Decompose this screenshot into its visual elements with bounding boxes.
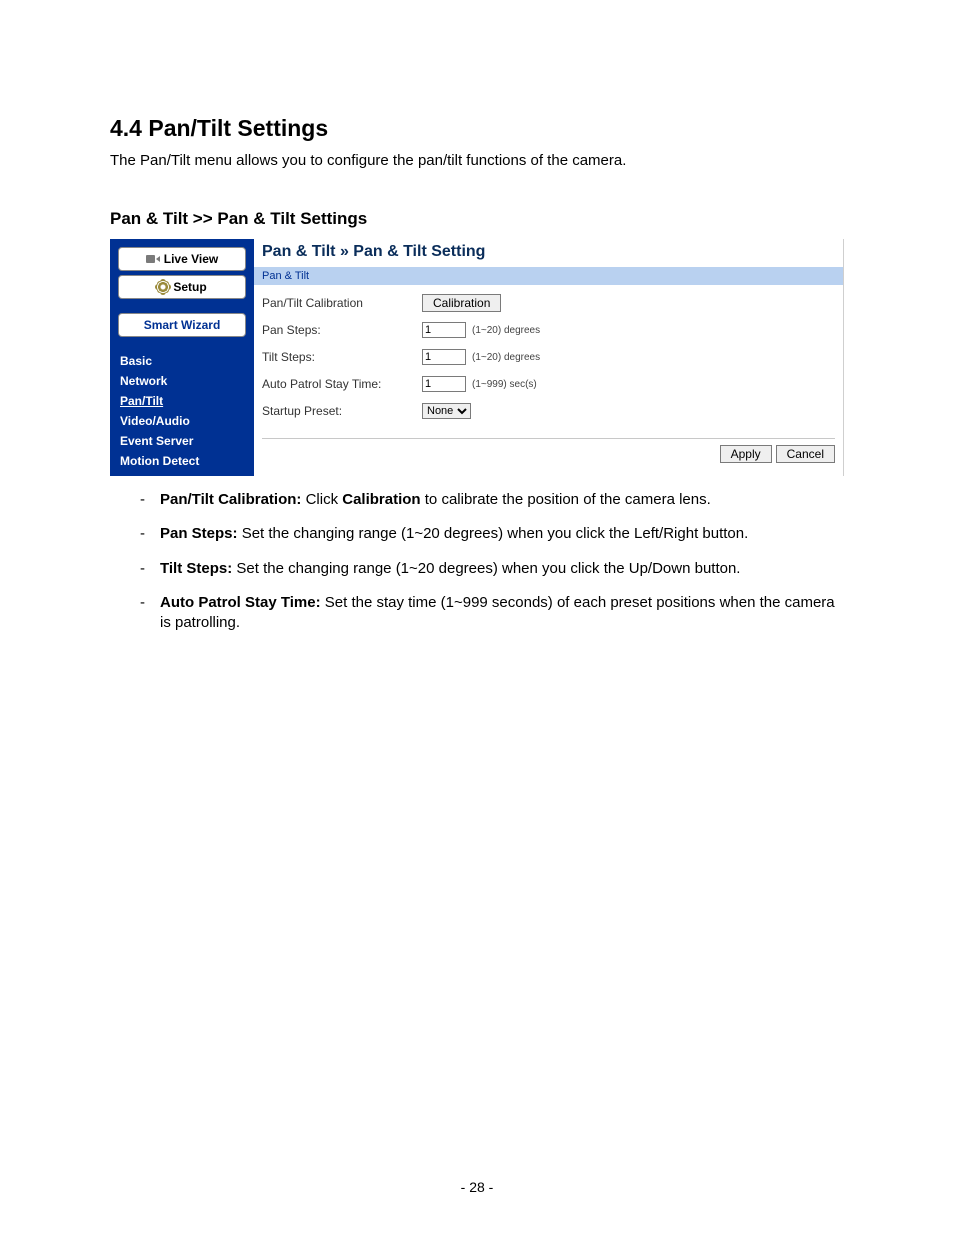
gear-icon bbox=[157, 281, 169, 293]
smart-wizard-label: Smart Wizard bbox=[144, 318, 221, 332]
document-page: 4.4 Pan/Tilt Settings The Pan/Tilt menu … bbox=[0, 0, 954, 1235]
page-number: - 28 - bbox=[0, 1179, 954, 1195]
cancel-button[interactable]: Cancel bbox=[776, 445, 835, 463]
live-view-label: Live View bbox=[164, 252, 218, 266]
bullet-term: Auto Patrol Stay Time: bbox=[160, 594, 321, 611]
auto-patrol-hint: (1~999) sec(s) bbox=[472, 379, 537, 390]
startup-preset-select[interactable]: None bbox=[422, 403, 471, 419]
label-pan-steps: Pan Steps: bbox=[262, 323, 422, 337]
bullet-term: Tilt Steps: bbox=[160, 560, 232, 577]
pan-steps-input[interactable] bbox=[422, 322, 466, 338]
auto-patrol-input[interactable] bbox=[422, 376, 466, 392]
setup-button[interactable]: Setup bbox=[118, 275, 246, 299]
list-item: Pan Steps: Set the changing range (1~20 … bbox=[140, 524, 844, 544]
content-area: Pan & Tilt » Pan & Tilt Setting Pan & Ti… bbox=[254, 239, 843, 476]
setup-label: Setup bbox=[173, 280, 206, 294]
calibration-button[interactable]: Calibration bbox=[422, 294, 501, 312]
row-startup-preset: Startup Preset: None bbox=[262, 399, 835, 423]
list-item: Tilt Steps: Set the changing range (1~20… bbox=[140, 559, 844, 579]
row-auto-patrol: Auto Patrol Stay Time: (1~999) sec(s) bbox=[262, 372, 835, 396]
section-bar: Pan & Tilt bbox=[254, 267, 843, 285]
camera-icon bbox=[146, 254, 160, 264]
sidebar: Live View Setup Smart Wizard BasicNetwor… bbox=[110, 239, 254, 476]
action-bar: Apply Cancel bbox=[254, 445, 843, 471]
list-item: Pan/Tilt Calibration: Click Calibration … bbox=[140, 490, 844, 510]
label-tilt-steps: Tilt Steps: bbox=[262, 350, 422, 364]
bullet-term: Pan Steps: bbox=[160, 525, 238, 542]
row-calibration: Pan/Tilt Calibration Calibration bbox=[262, 291, 835, 315]
live-view-button[interactable]: Live View bbox=[118, 247, 246, 271]
sub-section-title: Pan & Tilt >> Pan & Tilt Settings bbox=[110, 209, 844, 229]
sidebar-item-network[interactable]: Network bbox=[112, 371, 252, 391]
tilt-steps-hint: (1~20) degrees bbox=[472, 352, 540, 363]
sidebar-item-basic[interactable]: Basic bbox=[112, 351, 252, 371]
section-title: 4.4 Pan/Tilt Settings bbox=[110, 115, 844, 142]
description-list: Pan/Tilt Calibration: Click Calibration … bbox=[110, 490, 844, 633]
label-startup-preset: Startup Preset: bbox=[262, 404, 422, 418]
sidebar-item-event-server[interactable]: Event Server bbox=[112, 431, 252, 451]
sidebar-item-video-audio[interactable]: Video/Audio bbox=[112, 411, 252, 431]
sidebar-item-pan-tilt[interactable]: Pan/Tilt bbox=[112, 391, 252, 411]
smart-wizard-button[interactable]: Smart Wizard bbox=[118, 313, 246, 337]
bullet-term: Pan/Tilt Calibration: bbox=[160, 491, 301, 508]
apply-button[interactable]: Apply bbox=[720, 445, 772, 463]
bullet-emphasis: Calibration bbox=[342, 491, 420, 508]
tilt-steps-input[interactable] bbox=[422, 349, 466, 365]
divider bbox=[262, 438, 835, 439]
intro-paragraph: The Pan/Tilt menu allows you to configur… bbox=[110, 152, 844, 169]
breadcrumb: Pan & Tilt » Pan & Tilt Setting bbox=[254, 239, 843, 267]
list-item: Auto Patrol Stay Time: Set the stay time… bbox=[140, 593, 844, 634]
label-auto-patrol: Auto Patrol Stay Time: bbox=[262, 377, 422, 391]
row-pan-steps: Pan Steps: (1~20) degrees bbox=[262, 318, 835, 342]
sidebar-item-motion-detect[interactable]: Motion Detect bbox=[112, 451, 252, 474]
settings-panel: Live View Setup Smart Wizard BasicNetwor… bbox=[110, 239, 844, 476]
pan-steps-hint: (1~20) degrees bbox=[472, 325, 540, 336]
sidebar-items: BasicNetworkPan/TiltVideo/AudioEvent Ser… bbox=[112, 351, 252, 474]
row-tilt-steps: Tilt Steps: (1~20) degrees bbox=[262, 345, 835, 369]
label-calibration: Pan/Tilt Calibration bbox=[262, 296, 422, 310]
form: Pan/Tilt Calibration Calibration Pan Ste… bbox=[254, 291, 843, 432]
